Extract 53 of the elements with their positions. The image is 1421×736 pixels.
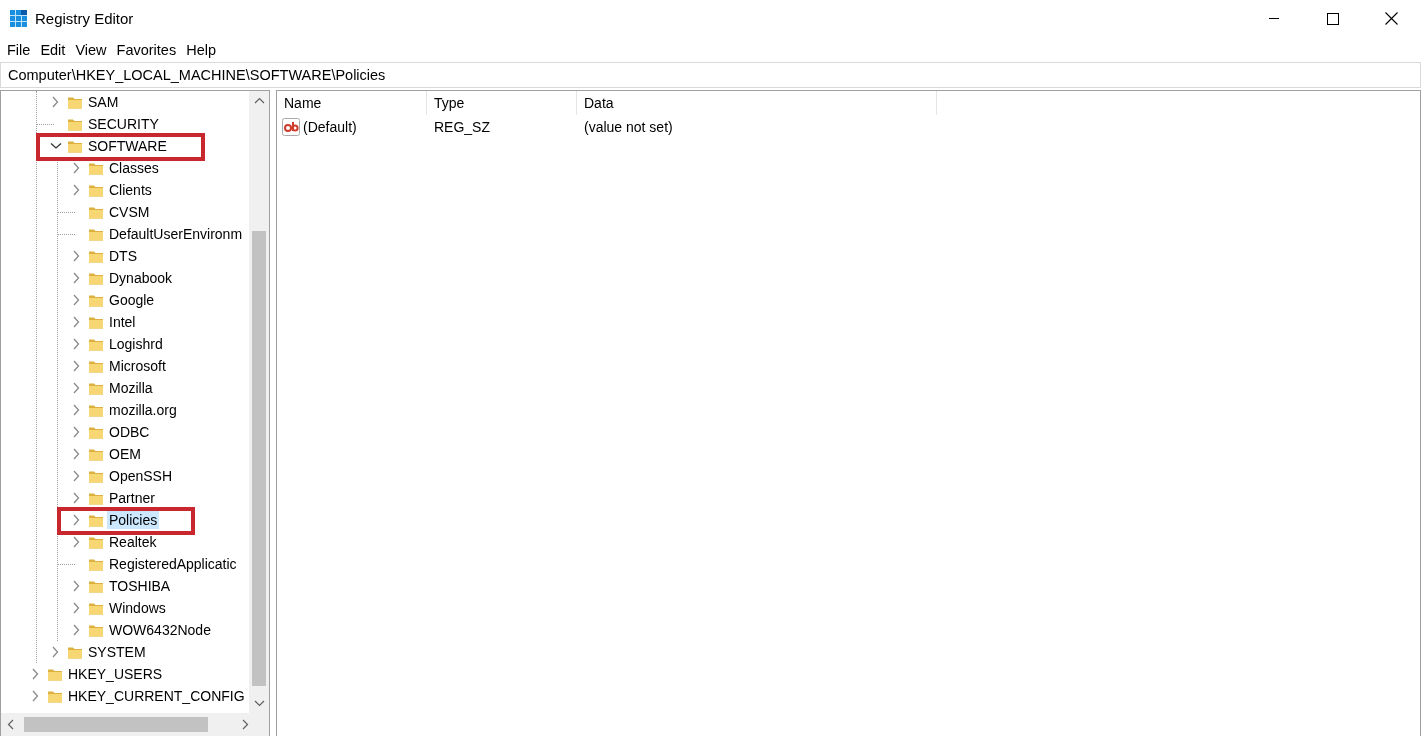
menu-item[interactable]: Help (181, 41, 221, 58)
maximize-icon (1326, 12, 1339, 25)
close-icon (1385, 12, 1398, 25)
address-field[interactable]: Computer\HKEY_LOCAL_MACHINE\SOFTWARE\Policies (0, 62, 1421, 88)
tree-item[interactable]: TOSHIBA (107, 577, 173, 595)
minimize-icon (1268, 18, 1279, 19)
column-header[interactable]: Data (577, 91, 937, 115)
value-data: (value not set) (584, 118, 673, 135)
tree-item[interactable]: OEM (107, 445, 143, 463)
tree-item[interactable]: SAM (86, 93, 121, 111)
value-type: REG_SZ (434, 118, 490, 135)
registry-app-icon (10, 10, 27, 27)
scroll-down-icon[interactable] (253, 700, 265, 707)
tree-item[interactable]: WOW6432Node (107, 621, 213, 639)
tree-item[interactable]: OpenSSH (107, 467, 175, 485)
tree-item[interactable]: SECURITY (86, 115, 161, 133)
tree-item[interactable]: Realtek (107, 533, 159, 551)
tree-item[interactable]: RegisteredApplicatic (107, 555, 239, 573)
tree-item[interactable]: HKEY_CURRENT_CONFIG (66, 687, 247, 705)
column-header[interactable]: Type (427, 91, 577, 115)
tree-item[interactable]: Partner (107, 489, 157, 507)
menu-item[interactable]: Favorites (111, 41, 182, 58)
tree-item[interactable]: Microsoft (107, 357, 168, 375)
tree-item[interactable]: CVSM (107, 203, 152, 221)
tree-item[interactable]: ODBC (107, 423, 152, 441)
scroll-up-icon[interactable] (253, 97, 265, 104)
window-title: Registry Editor (35, 10, 134, 27)
tree-item[interactable]: Clients (107, 181, 154, 199)
tree-item[interactable]: SYSTEM (86, 643, 148, 661)
tree-item[interactable]: mozilla.org (107, 401, 179, 419)
tree-item[interactable]: Dynabook (107, 269, 175, 287)
tree-item[interactable]: Policies (107, 511, 160, 529)
string-value-icon (282, 117, 300, 136)
scroll-left-icon[interactable] (7, 719, 14, 730)
tree-item[interactable]: HKEY_USERS (66, 665, 165, 683)
scroll-thumb[interactable] (24, 717, 208, 732)
tree-item[interactable]: DefaultUserEnvironm (107, 225, 245, 243)
menu-item[interactable]: View (70, 41, 112, 58)
menu-item[interactable]: Edit (35, 41, 71, 58)
value-name[interactable]: (Default) (303, 118, 357, 135)
tree-item[interactable]: SOFTWARE (86, 137, 169, 155)
tree-item[interactable]: Mozilla (107, 379, 155, 397)
tree-item[interactable]: Windows (107, 599, 168, 617)
menu-item[interactable]: File (2, 41, 36, 58)
tree-item[interactable]: Logishrd (107, 335, 165, 353)
scroll-thumb[interactable] (252, 231, 266, 686)
tree-item[interactable]: Classes (107, 159, 161, 177)
tree-item[interactable]: Google (107, 291, 157, 309)
vertical-scrollbar[interactable] (249, 91, 269, 713)
column-header[interactable]: Name (277, 91, 427, 115)
tree-item[interactable]: DTS (107, 247, 139, 265)
scroll-right-icon[interactable] (242, 719, 249, 730)
tree-item[interactable]: Intel (107, 313, 138, 331)
